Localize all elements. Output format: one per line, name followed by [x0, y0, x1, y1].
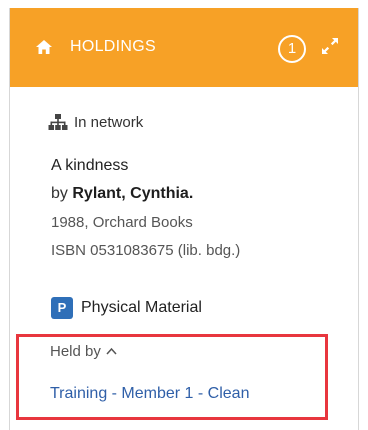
material-label: Physical Material: [81, 299, 202, 316]
held-by-label: Held by: [50, 343, 101, 360]
expand-icon[interactable]: [321, 37, 339, 55]
holdings-header: HOLDINGS 1: [10, 8, 358, 87]
network-label: In network: [74, 113, 144, 131]
holdings-count-badge: 1: [278, 35, 306, 63]
network-status: In network: [48, 112, 143, 132]
record-publication: 1988, Orchard Books: [51, 214, 193, 231]
author-prefix: by: [51, 185, 68, 202]
caret-up-icon: [106, 347, 117, 355]
held-by-member-link[interactable]: Training - Member 1 - Clean: [50, 385, 249, 403]
physical-material-badge: P: [51, 297, 73, 319]
material-type: P Physical Material: [51, 297, 202, 319]
holdings-title: HOLDINGS: [70, 38, 156, 55]
record-title: A kindness: [51, 157, 129, 174]
record-isbn: ISBN 0531083675 (lib. bdg.): [51, 242, 241, 259]
home-icon: [36, 40, 52, 54]
author-name: Rylant, Cynthia.: [72, 185, 194, 202]
record-author: by Rylant, Cynthia.: [51, 185, 193, 203]
screenshot-frame: HOLDINGS 1 In network A kindness by Ryla…: [0, 0, 368, 430]
held-by-toggle[interactable]: Held by: [50, 343, 117, 360]
network-icon: [48, 114, 68, 130]
